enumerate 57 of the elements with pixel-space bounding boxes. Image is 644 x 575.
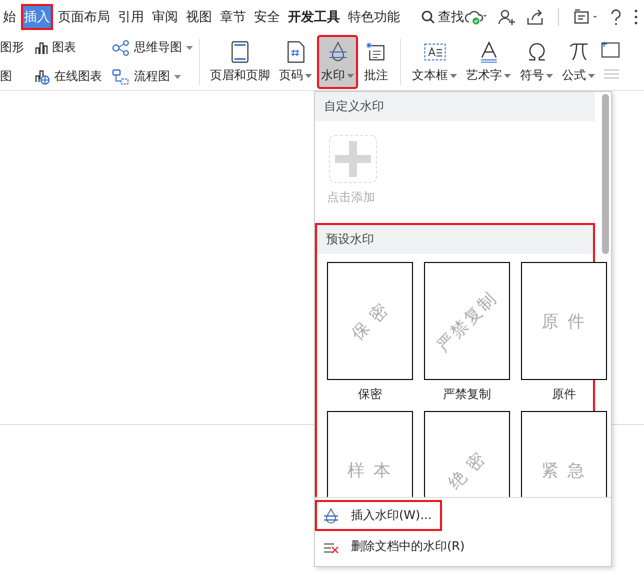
preset-label: 严禁复制: [443, 386, 491, 403]
mind-map-icon: [112, 40, 130, 56]
ribbon-item[interactable]: 流程图: [112, 68, 193, 85]
section-header: 自定义水印: [315, 92, 595, 121]
section-header: 预设水印: [317, 225, 593, 254]
caret-icon: [305, 74, 312, 78]
ribbon-item[interactable]: 在线图表: [34, 68, 102, 85]
ribbon-tab[interactable]: 审阅: [149, 4, 181, 30]
caret-icon: [546, 74, 553, 78]
ribbon-tab[interactable]: 视图: [183, 4, 215, 30]
caret-icon: [186, 46, 193, 50]
ribbon-button[interactable]: 批注: [359, 35, 393, 89]
caret-icon: [174, 74, 181, 78]
page-number-icon: [284, 41, 306, 63]
ribbon-tab[interactable]: 页面布局: [55, 4, 113, 30]
caret-icon: [588, 74, 595, 78]
bar-chart-icon: [34, 40, 48, 54]
flowchart-icon: [112, 68, 130, 84]
globe-chart-icon: [34, 68, 50, 84]
ribbon-tab[interactable]: 章节: [217, 4, 249, 30]
ribbon-button[interactable]: 页码: [275, 35, 316, 89]
share-icon[interactable]: [526, 8, 544, 26]
preset-label: 保密: [358, 386, 382, 403]
caret-icon: [450, 74, 457, 78]
ribbon-tab[interactable]: 开发工具: [285, 4, 343, 30]
ribbon-tab[interactable]: 始: [0, 4, 19, 30]
menu-item[interactable]: 插入水印(W)...: [315, 500, 442, 531]
ribbon-tab[interactable]: 插入: [21, 4, 53, 30]
search-button[interactable]: 查找: [421, 8, 464, 26]
ribbon-button[interactable]: 水印: [317, 35, 358, 89]
toolbox-icon[interactable]: [573, 8, 599, 26]
ribbon-button[interactable]: 符号: [516, 35, 557, 89]
preset-label: 原件: [552, 386, 576, 403]
ribbon-button[interactable]: 公式: [558, 35, 599, 89]
caret-icon: [504, 74, 511, 78]
ribbon-tab[interactable]: 特色功能: [345, 4, 403, 30]
add-user-icon[interactable]: [498, 8, 516, 26]
ribbon-button[interactable]: 页眉和页脚: [206, 35, 274, 89]
plus-icon: [335, 141, 371, 177]
ribbon-tab[interactable]: 安全: [251, 4, 283, 30]
add-watermark-label: 点击添加: [327, 189, 375, 206]
ribbon-item[interactable]: 图形: [0, 39, 24, 56]
ribbon-button[interactable]: 文本框: [408, 35, 461, 89]
ribbon-item[interactable]: 图: [0, 68, 24, 85]
help-icon[interactable]: [609, 8, 623, 26]
more-icon[interactable]: [633, 8, 639, 26]
ribbon-button[interactable]: 艺术字: [462, 35, 515, 89]
scrollbar-thumb[interactable]: [602, 94, 609, 254]
caret-icon: [347, 74, 354, 78]
page-header-icon: [229, 41, 251, 63]
ribbon-item[interactable]: 思维导图: [112, 39, 193, 56]
cloud-sync-icon[interactable]: [464, 9, 488, 25]
search-icon: [421, 10, 435, 24]
ribbon-tab[interactable]: 引用: [115, 4, 147, 30]
menu-item[interactable]: 删除文档中的水印(R): [315, 531, 475, 562]
watermark-drop-icon: [323, 508, 339, 524]
ribbon-item[interactable]: 图表: [34, 39, 102, 56]
